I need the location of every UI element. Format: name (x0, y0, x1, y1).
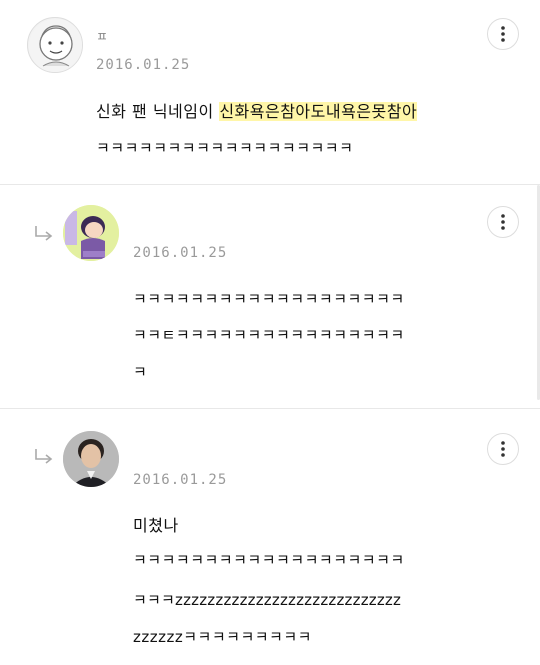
comment-1: ㅍ 2016.01.25 신화 팬 닉네임이 신화욕은참아도내욕은못참아 ㅋㅋㅋ… (0, 0, 540, 184)
reply-arrow-icon (35, 226, 53, 241)
more-options-button[interactable] (487, 433, 519, 465)
comment-date: 2016.01.25 (96, 57, 191, 73)
comment-date: 2016.01.25 (133, 472, 228, 488)
comment-date: 2016.01.25 (133, 245, 228, 261)
comment-text-line: 미쳤나 (133, 516, 179, 535)
comment-author: ㅍ (96, 30, 109, 45)
more-vertical-icon (501, 26, 505, 42)
anime-character-avatar-icon (63, 205, 119, 261)
reply-arrow-icon (35, 449, 53, 464)
comment-text-line: zzzzzzㅋㅋㅋㅋㅋㅋㅋㅋㅋ (133, 628, 312, 646)
avatar[interactable] (27, 17, 83, 73)
comment-3: 2016.01.25 미쳤나 ㅋㅋㅋㅋㅋㅋㅋㅋㅋㅋㅋㅋㅋㅋㅋㅋㅋㅋㅋ ㅋㅋㅋzz… (0, 409, 540, 665)
avatar[interactable] (63, 431, 119, 487)
more-options-button[interactable] (487, 18, 519, 50)
comment-text-line: ㅋㅋㅋzzzzzzzzzzzzzzzzzzzzzzzzzzzz (133, 591, 402, 609)
comment-text-line: ㅋ (133, 363, 148, 381)
person-photo-avatar-icon (63, 431, 119, 487)
comment-2: 2016.01.25 ㅋㅋㅋㅋㅋㅋㅋㅋㅋㅋㅋㅋㅋㅋㅋㅋㅋㅋㅋ ㅋㅋㅌㅋㅋㅋㅋㅋㅋ… (0, 185, 540, 408)
more-options-button[interactable] (487, 206, 519, 238)
more-vertical-icon (501, 214, 505, 230)
comment-text: 신화 팬 닉네임이 (96, 102, 220, 121)
comment-text-line: ㅋㅋㅋㅋㅋㅋㅋㅋㅋㅋㅋㅋㅋㅋㅋㅋㅋㅋ (96, 139, 354, 157)
more-vertical-icon (501, 441, 505, 457)
character-avatar-icon (29, 19, 82, 72)
highlighted-text: 신화욕은참아도내욕은못참아 (219, 102, 418, 121)
comment-text-line: 신화 팬 닉네임이 신화욕은참아도내욕은못참아 (96, 98, 418, 122)
comment-text-line: ㅋㅋㅋㅋㅋㅋㅋㅋㅋㅋㅋㅋㅋㅋㅋㅋㅋㅋㅋ (133, 290, 405, 308)
avatar[interactable] (63, 205, 119, 261)
comment-text-line: ㅋㅋㅌㅋㅋㅋㅋㅋㅋㅋㅋㅋㅋㅋㅋㅋㅋㅋㅋ (133, 326, 405, 344)
comment-text-line: ㅋㅋㅋㅋㅋㅋㅋㅋㅋㅋㅋㅋㅋㅋㅋㅋㅋㅋㅋ (133, 551, 405, 569)
